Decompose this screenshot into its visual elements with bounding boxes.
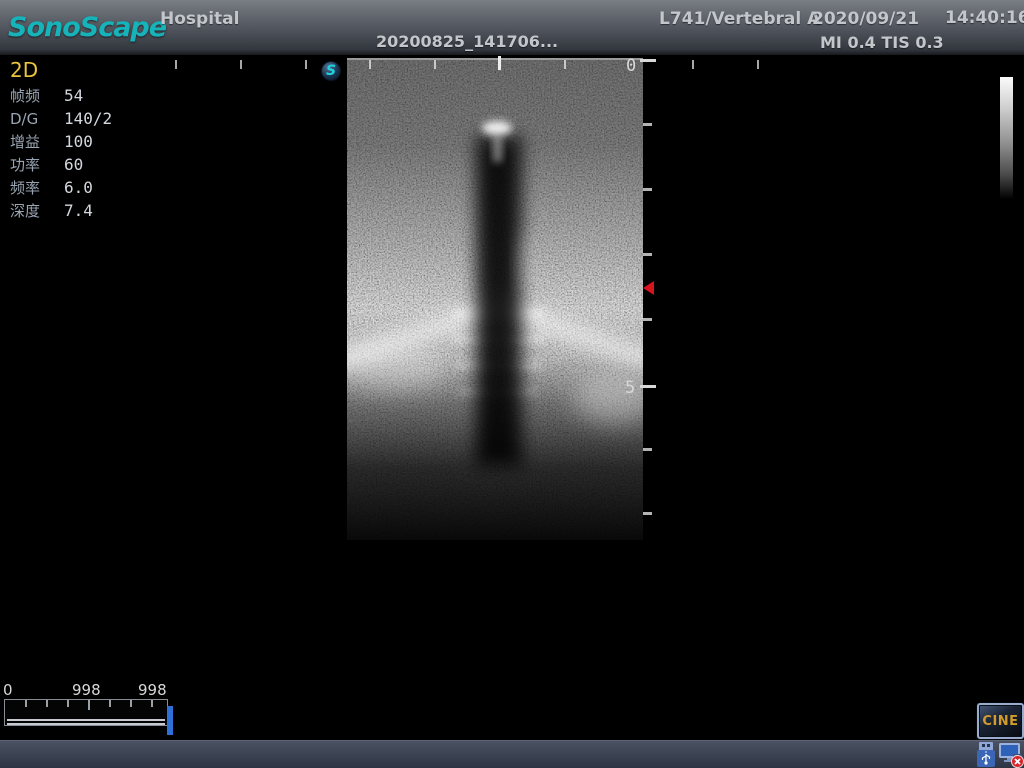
focus-position-marker[interactable] bbox=[643, 281, 654, 295]
ultrasound-image bbox=[347, 58, 643, 540]
cine-position-cursor[interactable] bbox=[167, 706, 173, 735]
cine-tick bbox=[151, 700, 153, 707]
parameter-panel: 帧频 54 D/G 140/2 增益 100 功率 60 频率 6.0 深度 7… bbox=[10, 84, 112, 222]
taskbar bbox=[0, 740, 1024, 768]
param-label: 增益 bbox=[10, 131, 64, 152]
system-date: 2020/09/21 bbox=[812, 9, 919, 29]
depth-tick bbox=[643, 318, 652, 321]
study-id: 20200825_141706... bbox=[376, 32, 558, 51]
depth-tick-major bbox=[640, 59, 656, 62]
cine-scrollbar[interactable] bbox=[4, 699, 168, 726]
width-ruler-tick bbox=[175, 60, 177, 69]
param-label: 帧频 bbox=[10, 85, 64, 106]
cine-tick bbox=[130, 700, 132, 707]
s-logo-badge: S bbox=[321, 61, 341, 81]
cine-start-label: 0 bbox=[3, 681, 13, 699]
sonoscape-logo: SonoScape bbox=[8, 12, 166, 43]
width-ruler-tick bbox=[240, 60, 242, 69]
depth-tick bbox=[643, 448, 652, 451]
cine-tick bbox=[109, 700, 111, 707]
cine-tick bbox=[25, 700, 27, 707]
hospital-name: Hospital bbox=[160, 9, 239, 29]
cine-mid-label: 998 bbox=[72, 681, 101, 699]
depth-label-0: 0 bbox=[626, 56, 636, 76]
width-ruler-center-tick bbox=[498, 56, 501, 70]
depth-tick bbox=[643, 512, 652, 515]
depth-tick-major bbox=[640, 385, 656, 388]
param-row-gain: 增益 100 bbox=[10, 130, 112, 153]
width-ruler-tick bbox=[305, 60, 307, 69]
depth-tick bbox=[643, 123, 652, 126]
top-bar: SonoScape Hospital L741/Vertebral A 2020… bbox=[0, 0, 1024, 55]
param-value: 7.4 bbox=[64, 201, 93, 220]
width-ruler-tick bbox=[564, 60, 566, 69]
depth-tick bbox=[643, 253, 652, 256]
system-time: 14:40:16 bbox=[945, 8, 1024, 28]
param-label: 频率 bbox=[10, 177, 64, 198]
cine-tick bbox=[67, 700, 69, 707]
param-row-dg: D/G 140/2 bbox=[10, 107, 112, 130]
grayscale-bar bbox=[1000, 77, 1013, 199]
param-value: 6.0 bbox=[64, 178, 93, 197]
cine-track-line bbox=[7, 723, 165, 725]
param-label: 功率 bbox=[10, 154, 64, 175]
cine-button[interactable]: CINE bbox=[977, 703, 1024, 739]
probe-preset: L741/Vertebral A bbox=[659, 9, 820, 29]
param-row-frame-rate: 帧频 54 bbox=[10, 84, 112, 107]
param-value: 140/2 bbox=[64, 109, 112, 128]
depth-label-5: 5 bbox=[625, 378, 635, 398]
width-ruler-tick bbox=[757, 60, 759, 69]
param-value: 54 bbox=[64, 86, 83, 105]
param-row-power: 功率 60 bbox=[10, 153, 112, 176]
width-ruler-tick bbox=[369, 60, 371, 69]
param-row-frequency: 频率 6.0 bbox=[10, 176, 112, 199]
width-ruler-tick bbox=[692, 60, 694, 69]
mode-label: 2D bbox=[10, 58, 38, 82]
param-value: 60 bbox=[64, 155, 83, 174]
param-row-depth: 深度 7.4 bbox=[10, 199, 112, 222]
network-error-icon[interactable] bbox=[998, 742, 1024, 768]
cine-track-line bbox=[7, 719, 165, 721]
param-label: 深度 bbox=[10, 200, 64, 221]
param-value: 100 bbox=[64, 132, 93, 151]
cine-end-label: 998 bbox=[138, 681, 167, 699]
cine-tick bbox=[88, 700, 90, 710]
mi-tis-readout: MI 0.4 TIS 0.3 bbox=[820, 33, 944, 52]
depth-tick bbox=[643, 188, 652, 191]
width-ruler-tick bbox=[434, 60, 436, 69]
cine-tick bbox=[46, 700, 48, 707]
param-label: D/G bbox=[10, 110, 64, 128]
usb-icon[interactable] bbox=[975, 742, 997, 768]
